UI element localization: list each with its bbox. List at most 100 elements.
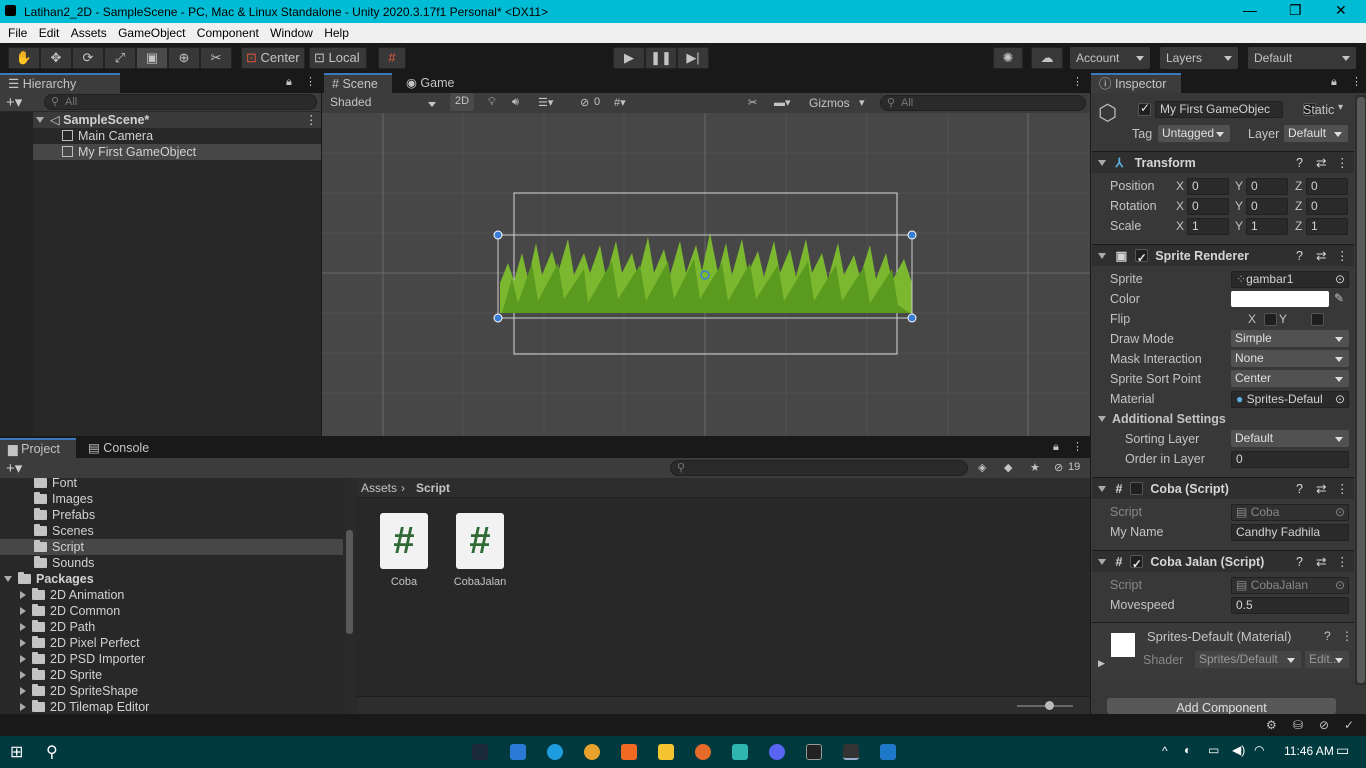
list-item[interactable]: 2D Common <box>0 603 343 619</box>
gizmos-arrow-icon[interactable]: ▾ <box>859 96 865 109</box>
grid-snap-icon[interactable]: # <box>378 47 406 69</box>
expand-arrow-icon[interactable] <box>20 623 26 631</box>
panel-menu-icon[interactable]: ⋮ <box>1351 75 1362 88</box>
lock-icon[interactable]: 🔒︎ <box>1053 441 1059 454</box>
inspector-scrollbar[interactable] <box>1355 95 1366 685</box>
flip-x-checkbox[interactable] <box>1263 313 1277 326</box>
expand-arrow-icon[interactable] <box>20 607 26 615</box>
add-component-button[interactable]: Add Component <box>1107 698 1336 714</box>
create-plus-button[interactable]: +▾ <box>6 459 22 477</box>
enabled-checkbox[interactable] <box>1129 553 1143 575</box>
webcam-icon[interactable]: ◐ <box>1184 743 1191 757</box>
list-item[interactable]: My First GameObject <box>0 144 321 160</box>
chrome-icon[interactable] <box>584 744 600 760</box>
menu-gameobject[interactable]: GameObject <box>118 23 185 43</box>
notifications-icon[interactable]: ▭ <box>1336 742 1349 759</box>
packages-row[interactable]: Packages <box>0 571 343 587</box>
slider-thumb[interactable] <box>1045 701 1054 710</box>
app-icon[interactable] <box>732 744 748 760</box>
gizmos-dropdown[interactable]: Gizmos <box>809 96 850 110</box>
tab-game[interactable]: ◉ Game <box>398 73 468 93</box>
preset-icon[interactable]: ⇄ <box>1316 245 1326 267</box>
pivot-local-button[interactable]: ⊡ Local <box>309 47 367 69</box>
favorites-icon[interactable]: ★ <box>1030 461 1040 474</box>
list-item[interactable]: Font <box>0 478 343 491</box>
scene-row[interactable]: ◁ SampleScene* ⋮ <box>0 112 321 128</box>
static-dropdown-icon[interactable]: ▾ <box>1338 102 1343 113</box>
active-checkbox[interactable] <box>1138 101 1151 116</box>
component-menu-icon[interactable]: ⋮ <box>1336 152 1349 174</box>
close-icon[interactable]: ✕ <box>1335 2 1347 19</box>
tag-dropdown[interactable]: Untagged <box>1158 125 1230 142</box>
create-plus-button[interactable]: +▾ <box>6 93 22 111</box>
transform-header[interactable]: ⅄ Transform ? ⇄ ⋮ <box>1092 151 1354 173</box>
list-item[interactable]: 2D Path <box>0 619 343 635</box>
sprite-renderer-header[interactable]: ▣ Sprite Renderer ? ⇄ ⋮ <box>1092 244 1354 269</box>
position-z-field[interactable]: 0 <box>1306 178 1348 195</box>
breadcrumb-assets[interactable]: Assets <box>361 481 397 495</box>
pause-button[interactable]: ❚❚ <box>645 47 677 69</box>
mail-icon[interactable] <box>510 744 526 760</box>
help-icon[interactable]: ? <box>1324 629 1331 643</box>
chevron-up-icon[interactable]: ^ <box>1162 744 1168 758</box>
position-y-field[interactable]: 0 <box>1246 178 1288 195</box>
shading-dropdown[interactable]: Shaded <box>324 93 442 111</box>
windows-start-icon[interactable]: ⊞ <box>10 742 23 762</box>
cloud-icon[interactable]: ☁ <box>1031 47 1063 69</box>
object-name-input[interactable]: My First GameObjec <box>1155 101 1283 118</box>
preset-icon[interactable]: ⇄ <box>1316 478 1326 500</box>
expand-arrow-icon[interactable] <box>1098 559 1106 565</box>
restore-icon[interactable]: ❐ <box>1289 2 1302 19</box>
eyedropper-icon[interactable]: ✎ <box>1334 291 1344 305</box>
expand-arrow-icon[interactable] <box>20 591 26 599</box>
layer-dropdown[interactable]: Default <box>1284 125 1348 142</box>
expand-arrow-icon[interactable] <box>1098 160 1106 166</box>
additional-settings-foldout[interactable]: Additional Settings <box>1098 412 1226 426</box>
clock[interactable]: 11:46 AM <box>1284 744 1334 758</box>
cache-icon[interactable]: ⛁ <box>1293 718 1303 732</box>
help-icon[interactable]: ? <box>1296 551 1303 573</box>
menu-file[interactable]: File <box>8 23 27 43</box>
auto-generate-lighting-icon[interactable]: ⚙ <box>1266 718 1277 732</box>
scale-y-field[interactable]: 1 <box>1246 218 1288 235</box>
edge-icon[interactable] <box>547 744 563 760</box>
enabled-checkbox[interactable] <box>1129 482 1143 495</box>
coba-script-header[interactable]: # Coba (Script) ? ⇄ ⋮ <box>1092 477 1354 499</box>
list-item[interactable]: Images <box>0 491 343 507</box>
expand-arrow-icon[interactable] <box>20 655 26 663</box>
mode-2d-button[interactable]: 2D <box>450 93 474 111</box>
help-icon[interactable]: ? <box>1296 245 1303 267</box>
hidden-packages-icon[interactable]: ⊘ <box>1054 461 1063 474</box>
list-item[interactable]: Sounds <box>0 555 343 571</box>
firefox-icon[interactable] <box>695 744 711 760</box>
menu-window[interactable]: Window <box>270 23 313 43</box>
help-icon[interactable]: ? <box>1296 152 1303 174</box>
steam-icon[interactable] <box>472 744 488 760</box>
expand-arrow-icon[interactable] <box>36 117 44 123</box>
effects-icon[interactable]: ☰▾ <box>538 96 553 109</box>
discord-icon[interactable] <box>769 744 785 760</box>
expand-arrow-icon[interactable] <box>20 639 26 647</box>
tools-icon[interactable]: ✂ <box>748 96 757 109</box>
panel-menu-icon[interactable]: ⋮ <box>1072 440 1083 453</box>
rotation-y-field[interactable]: 0 <box>1246 198 1288 215</box>
coba-jalan-script-header[interactable]: # Coba Jalan (Script) ? ⇄ ⋮ <box>1092 550 1354 575</box>
hidden-objects-icon[interactable]: ⊘ <box>580 96 589 109</box>
expand-arrow-icon[interactable] <box>1098 486 1106 492</box>
list-item[interactable]: 2D PSD Importer <box>0 651 343 667</box>
list-item[interactable]: Script <box>0 539 343 555</box>
lock-icon[interactable]: 🔒︎ <box>1331 76 1337 89</box>
wifi-icon[interactable]: ◠ <box>1254 743 1264 757</box>
camera-icon[interactable]: ▬▾ <box>774 96 791 109</box>
list-item[interactable]: 2D SpriteShape <box>0 683 343 699</box>
tab-console[interactable]: ▤ Console <box>80 438 160 458</box>
sort-point-dropdown[interactable]: Center <box>1231 370 1349 387</box>
layout-dropdown[interactable]: Default <box>1248 47 1356 69</box>
order-in-layer-field[interactable]: 0 <box>1231 451 1349 468</box>
list-item[interactable]: 2D Animation <box>0 587 343 603</box>
menu-edit[interactable]: Edit <box>39 23 60 43</box>
pivot-center-button[interactable]: ⊡ Center <box>241 47 305 69</box>
step-button[interactable]: ▶| <box>677 47 709 69</box>
shader-edit-button[interactable]: Edit... <box>1305 651 1349 668</box>
csharp-script-icon[interactable]: # <box>456 513 504 569</box>
